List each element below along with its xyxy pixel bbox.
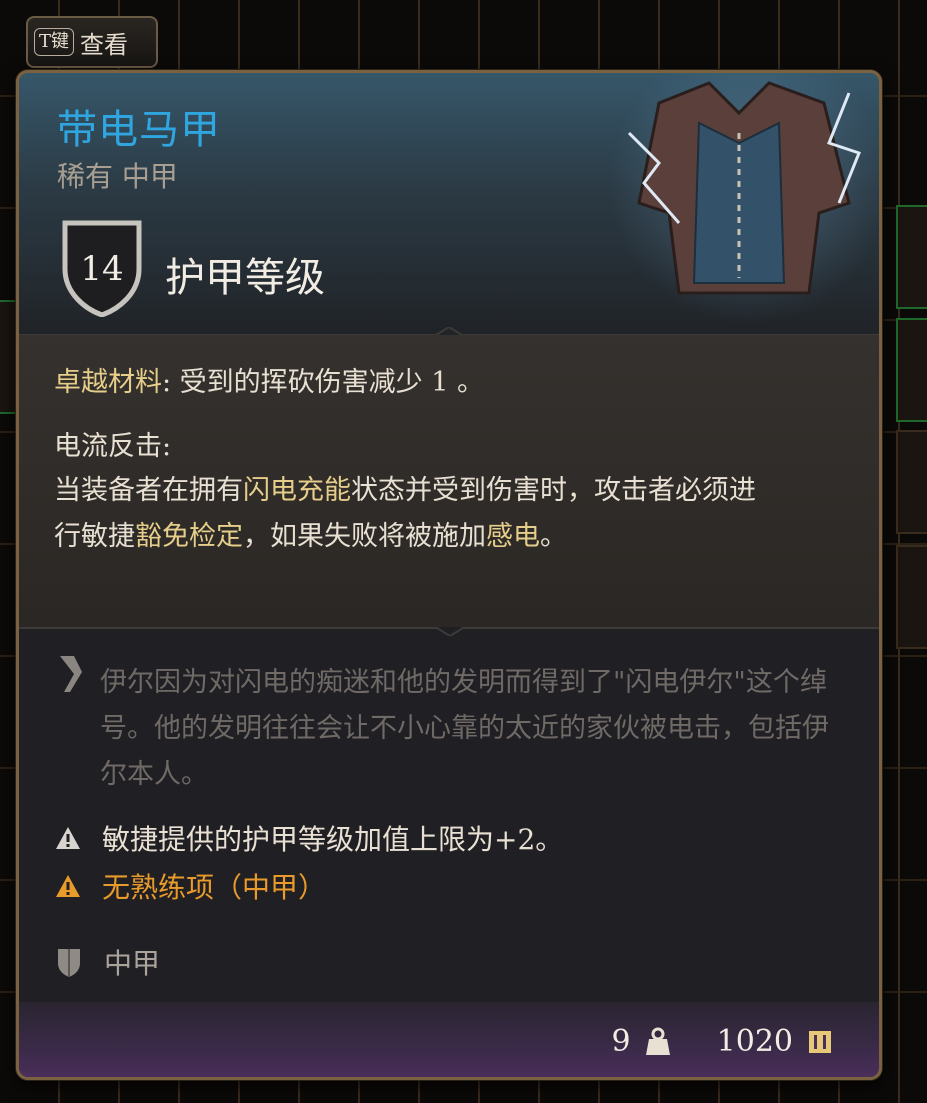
armor-category-label: 中甲 — [104, 947, 161, 980]
item-rarity-type: 稀有 中甲 — [57, 160, 178, 193]
property-material: 卓越材料: 受到的挥砍伤害减少 1 。 — [54, 360, 484, 406]
item-title: 带电马甲 — [57, 107, 221, 153]
armor-shield-icon — [58, 949, 80, 977]
property-link[interactable]: 卓越材料 — [54, 367, 162, 398]
armor-category: 中甲 — [56, 942, 160, 982]
armor-class-value: 14 — [80, 249, 123, 289]
weight-icon — [645, 1027, 670, 1055]
shield-icon: 14 — [62, 220, 142, 317]
section-divider — [19, 627, 879, 636]
view-hint[interactable]: T键 查看 — [26, 16, 158, 68]
footer-stats: 9 1020 — [612, 1024, 833, 1059]
tooltip-footer: 9 1020 — [19, 1002, 879, 1078]
weight-value: 9 — [611, 1024, 631, 1059]
vest-icon — [609, 73, 879, 323]
condition-link-lightning-charge[interactable]: 闪电充能 — [243, 475, 351, 506]
warning-row: 无熟练项（中甲） — [54, 866, 326, 906]
gold-value: 1020 — [716, 1024, 793, 1059]
quill-icon — [60, 656, 82, 692]
gold-coin-icon — [809, 1030, 831, 1053]
proficiency-warning-text: 无熟练项（中甲） — [102, 871, 327, 904]
warning-text: 敏捷提供的护甲等级加值上限为+2。 — [102, 823, 564, 856]
inventory-slot[interactable] — [896, 430, 927, 534]
hint-key: T键 — [34, 28, 75, 56]
armor-class-label: 护甲等级 — [165, 255, 325, 301]
property-title: 电流反击: — [54, 431, 172, 462]
lore-text: 伊尔因为对闪电的痴迷和他的发明而得到了"闪电伊尔"这个绰号。他的发明往往会让不小… — [100, 667, 829, 790]
hint-label: 查看 — [80, 30, 129, 59]
warning-row: 敏捷提供的护甲等级加值上限为+2。 — [54, 818, 563, 858]
inventory-slot[interactable] — [896, 205, 927, 309]
warning-triangle-icon — [56, 875, 80, 897]
property-text: : 受到的挥砍伤害减少 1 。 — [162, 367, 485, 398]
inventory-slot[interactable] — [896, 318, 927, 422]
condition-link-shocked[interactable]: 感电 — [486, 521, 540, 552]
property-description: 当装备者在拥有闪电充能状态并受到伤害时，攻击者必须进行敏捷豁免检定，如果失败将被… — [54, 475, 756, 552]
warning-triangle-icon — [56, 827, 80, 849]
condition-link-saving-throw[interactable]: 豁免检定 — [135, 521, 243, 552]
inventory-slot[interactable] — [896, 545, 927, 649]
